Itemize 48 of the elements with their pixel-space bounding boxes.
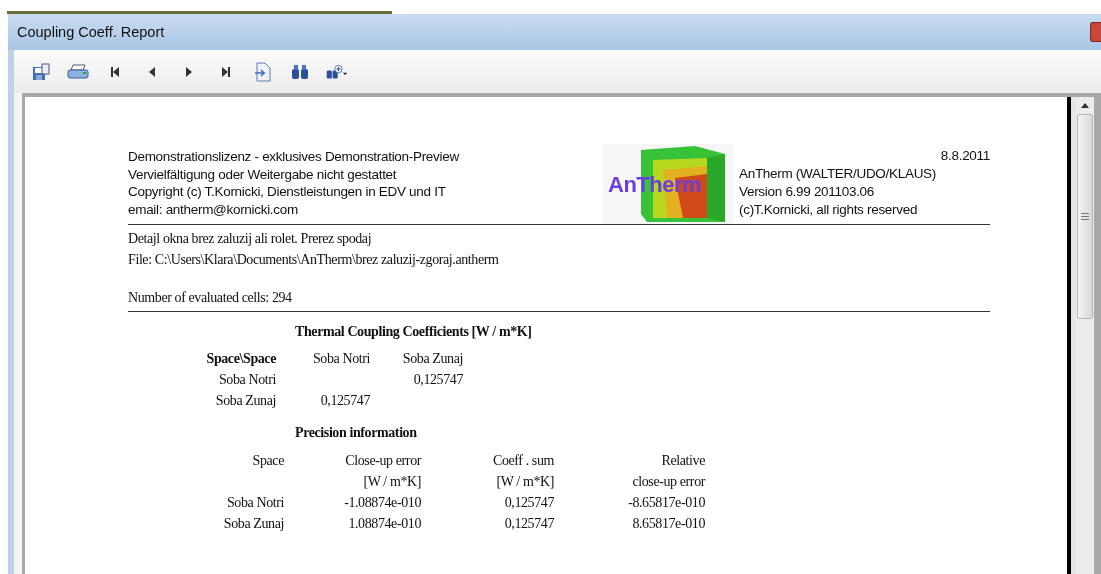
table-cell-text: -8.65817e-010 — [627, 494, 705, 512]
last-page-icon — [221, 65, 231, 78]
table-cell-text: 8.65817e-010 — [631, 515, 705, 533]
table-cell-text: 0,125747 — [503, 515, 554, 533]
export-icon — [254, 61, 272, 82]
table-cell-text: 0,125747 — [503, 494, 554, 512]
binoculars-icon — [291, 63, 309, 80]
product-info-text: (c)T.Kornicki, all rights reserved — [739, 201, 919, 219]
row-header: Soba Zunaj — [222, 515, 284, 533]
license-text: Vervielfältigung oder Weitergabe nicht gestattet — [128, 165, 398, 183]
product-info-text: Version 6.99 201103.06 — [739, 183, 876, 201]
logo-text: AnTherm — [608, 172, 702, 198]
column-header: Soba Zunaj — [401, 350, 463, 368]
column-header: Close-up error — [344, 452, 421, 470]
column-header: Space — [251, 452, 284, 470]
table-cell-text: 0,125747 — [319, 392, 370, 410]
license-text: email: antherm@kornicki.com — [128, 200, 299, 218]
row-header: Soba Notri — [217, 371, 276, 389]
row-header: Soba Notri — [225, 494, 284, 512]
first-page-icon — [110, 65, 120, 78]
grip-icon — [1081, 213, 1089, 220]
section-title: Thermal Coupling Coefficients [W / m*K] — [295, 324, 532, 339]
row-header: Soba Zunaj — [214, 392, 276, 410]
column-header: Soba Notri — [311, 350, 370, 368]
table-cell-text: 1.08874e-010 — [347, 515, 421, 533]
window-title: Coupling Coeff. Report — [17, 24, 165, 40]
cells-count-text: Number of evaluated cells: 294 — [128, 290, 292, 305]
description-text: File: C:\Users\Klara\Documents\AnTherm\brez zaluzij-zgoraj.antherm — [128, 251, 500, 269]
column-header: [W / m*K] — [362, 473, 421, 491]
column-header: [W / m*K] — [495, 473, 554, 491]
product-info-text: AnTherm (WALTER/UDO/KLAUS) — [739, 165, 937, 183]
scroll-up-icon[interactable] — [1081, 103, 1089, 108]
report-date: 8.8.2011 — [940, 147, 990, 165]
column-header: Coeff . sum — [491, 452, 554, 470]
scroll-thumb[interactable] — [1077, 114, 1093, 319]
previous-page-icon — [148, 65, 156, 78]
next-page-icon — [185, 65, 193, 78]
description-text: Detajl okna brez zaluzij ali rolet. Prerez spodaj — [128, 230, 373, 248]
table-cell-text: -1.08874e-010 — [343, 494, 421, 512]
section-title: Precision information — [295, 425, 417, 440]
printer-icon — [67, 62, 89, 81]
column-header: Relative — [660, 452, 705, 470]
table-cell-text: 0,125747 — [412, 371, 463, 389]
license-text: Copyright (c) T.Kornicki, Dienstleistungen in EDV und IT — [128, 183, 447, 201]
column-header: Space\Space — [205, 350, 276, 368]
column-header: close-up error — [631, 473, 705, 491]
license-text: Demonstrationslizenz - exklusives Demonstration-Preview — [128, 148, 460, 166]
save-icon — [31, 61, 51, 82]
